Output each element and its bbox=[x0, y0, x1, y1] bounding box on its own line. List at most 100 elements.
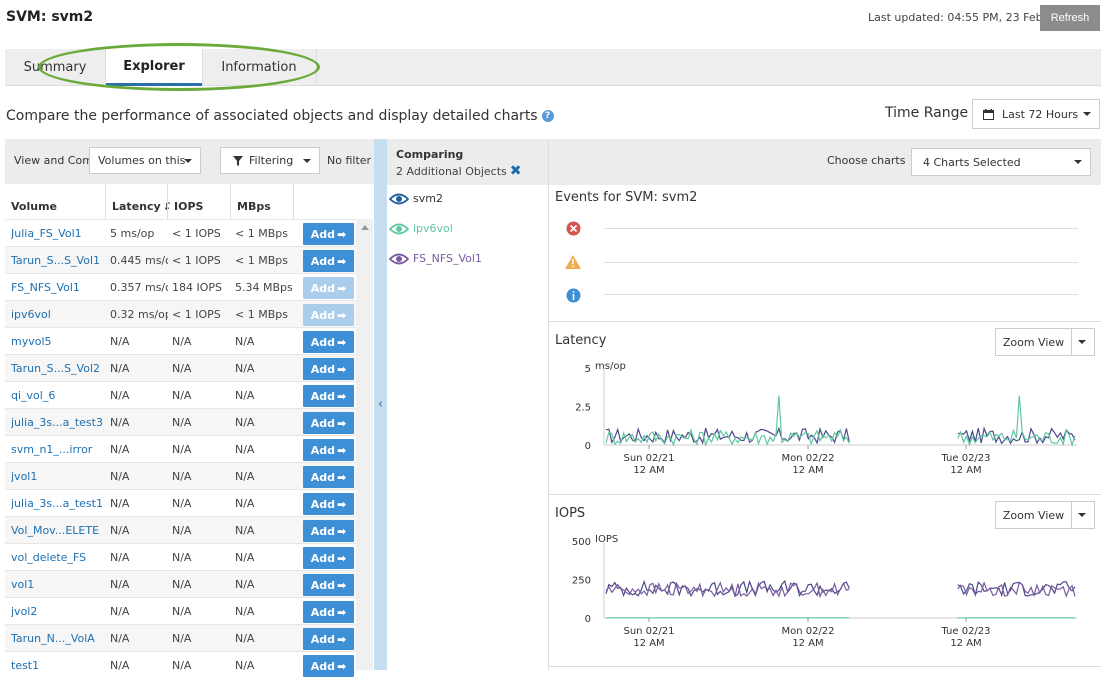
view-select[interactable]: Volumes on this bbox=[89, 147, 201, 174]
add-button[interactable]: Add ➡ bbox=[303, 466, 354, 488]
choose-charts-value: 4 Charts Selected bbox=[923, 155, 1021, 169]
comparing-item[interactable]: ipv6vol bbox=[389, 222, 453, 235]
x-tick-label: Tue 02/23 bbox=[940, 626, 990, 637]
error-icon bbox=[566, 221, 581, 236]
add-button[interactable]: Add ➡ bbox=[303, 412, 354, 434]
volume-name-link[interactable]: Vol_Mov...ELETE bbox=[11, 517, 109, 544]
table-scrollbar[interactable] bbox=[356, 219, 373, 670]
add-label: Add bbox=[310, 632, 336, 646]
column-header-iops[interactable]: IOPS bbox=[167, 184, 230, 219]
volume-name-link[interactable]: jvol2 bbox=[11, 598, 109, 625]
iops-value: < 1 IOPS bbox=[172, 308, 221, 321]
add-label: Add bbox=[310, 524, 336, 538]
x-tick-label: 12 AM bbox=[792, 638, 823, 649]
y-tick-label: 0 bbox=[585, 614, 591, 625]
eye-icon[interactable] bbox=[389, 223, 409, 235]
add-label: Add bbox=[310, 227, 336, 241]
volume-name-link[interactable]: julia_3s...a_test1 bbox=[11, 490, 109, 517]
mbps-value: N/A bbox=[235, 497, 255, 510]
iops-chart[interactable]: IOPS5002500Sun 02/2112 AMMon 02/2212 AMT… bbox=[549, 528, 1101, 658]
arrow-right-icon: ➡ bbox=[337, 281, 347, 295]
table-row: jvol2 N/A N/A N/A Add ➡ bbox=[5, 597, 356, 624]
arrow-right-icon: ➡ bbox=[337, 443, 347, 457]
eye-icon[interactable] bbox=[389, 193, 409, 205]
iops-value: N/A bbox=[172, 443, 192, 456]
add-button[interactable]: Add ➡ bbox=[303, 601, 354, 623]
iops-value: N/A bbox=[172, 605, 192, 618]
add-label: Add bbox=[310, 335, 336, 349]
column-header-volume[interactable]: Volume bbox=[5, 184, 105, 219]
comparing-item[interactable]: svm2 bbox=[389, 192, 443, 205]
volume-name-link[interactable]: vol1 bbox=[11, 571, 109, 598]
volume-name-link[interactable]: ipv6vol bbox=[11, 301, 109, 328]
volume-name-link[interactable]: qi_vol_6 bbox=[11, 382, 109, 409]
latency-chart[interactable]: ms/op52.50Sun 02/2112 AMMon 02/2212 AMTu… bbox=[549, 355, 1101, 485]
help-icon[interactable]: ? bbox=[541, 110, 554, 122]
add-label: Add bbox=[310, 443, 336, 457]
iops-value: < 1 IOPS bbox=[172, 227, 221, 240]
scroll-up-icon[interactable] bbox=[361, 225, 369, 230]
add-button[interactable]: Add ➡ bbox=[303, 385, 354, 407]
add-button[interactable]: Add ➡ bbox=[303, 331, 354, 353]
volume-name-link[interactable]: myvol5 bbox=[11, 328, 109, 355]
latency-zoom-view-button[interactable]: Zoom View bbox=[995, 328, 1095, 356]
comparing-item[interactable]: FS_NFS_Vol1 bbox=[389, 252, 482, 265]
iops-zoom-view-button[interactable]: Zoom View bbox=[995, 501, 1095, 529]
page-subtitle: Compare the performance of associated ob… bbox=[6, 108, 554, 124]
mbps-value: N/A bbox=[235, 335, 255, 348]
volume-name-link[interactable]: julia_3s...a_test3 bbox=[11, 409, 109, 436]
mbps-value: N/A bbox=[235, 578, 255, 591]
table-row: Tarun_S...S_Vol2 N/A N/A N/A Add ➡ bbox=[5, 354, 356, 381]
volume-name-link[interactable]: vol_delete_FS bbox=[11, 544, 109, 571]
x-tick-label: Mon 02/22 bbox=[781, 453, 834, 464]
volume-name-link[interactable]: FS_NFS_Vol1 bbox=[11, 274, 109, 301]
volume-name-link[interactable]: jvol1 bbox=[11, 463, 109, 490]
column-header-latency[interactable]: Latency ↓̄ bbox=[105, 184, 171, 219]
volume-name-link[interactable]: Tarun_N..._VolA bbox=[11, 625, 109, 652]
volume-name-link[interactable]: svm_n1_...irror bbox=[11, 436, 109, 463]
table-row: vol1 N/A N/A N/A Add ➡ bbox=[5, 570, 356, 597]
add-button[interactable]: Add ➡ bbox=[303, 520, 354, 542]
x-tick-label: 12 AM bbox=[633, 638, 664, 649]
iops-value: N/A bbox=[172, 551, 192, 564]
collapse-panel-toggle[interactable]: ‹ bbox=[374, 139, 387, 670]
zoom-view-label: Zoom View bbox=[996, 329, 1072, 355]
add-button[interactable]: Add ➡ bbox=[303, 628, 354, 650]
table-row: julia_3s...a_test1 N/A N/A N/A Add ➡ bbox=[5, 489, 356, 516]
tab-information[interactable]: Information bbox=[203, 49, 315, 86]
filtering-button[interactable]: Filtering bbox=[220, 147, 320, 174]
add-button[interactable]: Add ➡ bbox=[303, 574, 354, 596]
mbps-value: N/A bbox=[235, 524, 255, 537]
add-button[interactable]: Add ➡ bbox=[303, 250, 354, 272]
volume-name-link[interactable]: test1 bbox=[11, 652, 109, 679]
x-tick-label: 12 AM bbox=[950, 638, 981, 649]
table-row: svm_n1_...irror N/A N/A N/A Add ➡ bbox=[5, 435, 356, 462]
arrow-right-icon: ➡ bbox=[337, 551, 347, 565]
time-range-select[interactable]: Last 72 Hours bbox=[972, 99, 1100, 129]
iops-value: N/A bbox=[172, 524, 192, 537]
add-label: Add bbox=[310, 497, 336, 511]
add-button[interactable]: Add ➡ bbox=[303, 439, 354, 461]
refresh-button[interactable]: Refresh bbox=[1040, 5, 1100, 31]
add-button[interactable]: Add ➡ bbox=[303, 547, 354, 569]
tab-summary[interactable]: Summary bbox=[5, 49, 105, 86]
volume-name-link[interactable]: Tarun_S...S_Vol1 bbox=[11, 247, 109, 274]
filter-status: No filter a bbox=[327, 154, 374, 167]
eye-icon[interactable] bbox=[389, 253, 409, 265]
add-button[interactable]: Add ➡ bbox=[303, 493, 354, 515]
mbps-value: 5.34 MBps bbox=[235, 281, 293, 294]
latency-value: N/A bbox=[110, 605, 130, 618]
volume-name-link[interactable]: Julia_FS_Vol1 bbox=[11, 220, 109, 247]
y-axis-label: IOPS bbox=[595, 534, 618, 545]
add-button[interactable]: Add ➡ bbox=[303, 223, 354, 245]
choose-charts-select[interactable]: 4 Charts Selected bbox=[911, 148, 1091, 176]
volume-name-link[interactable]: Tarun_S...S_Vol2 bbox=[11, 355, 109, 382]
add-label: Add bbox=[310, 605, 336, 619]
y-tick-label: 2.5 bbox=[575, 403, 591, 414]
add-button[interactable]: Add ➡ bbox=[303, 655, 354, 677]
column-header-mbps[interactable]: MBps bbox=[230, 184, 293, 219]
add-button[interactable]: Add ➡ bbox=[303, 358, 354, 380]
tab-explorer[interactable]: Explorer bbox=[106, 49, 202, 86]
table-row: Tarun_S...S_Vol1 0.445 ms/o < 1 IOPS < 1 MB… bbox=[5, 246, 356, 273]
clear-comparison-icon[interactable]: ✖ bbox=[510, 164, 522, 178]
